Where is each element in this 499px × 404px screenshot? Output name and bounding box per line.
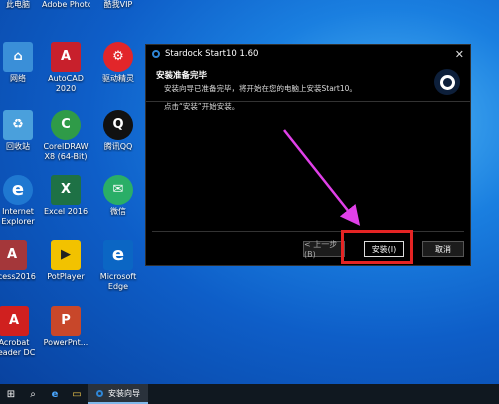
search-icon[interactable]: ⌕ (22, 384, 44, 404)
taskbar-task-installer[interactable]: 安装向导 (88, 384, 148, 404)
file-explorer-icon[interactable]: ▭ (66, 384, 88, 404)
desktop: { "desktop": { "icons": [ {"label": "此电脑… (0, 0, 499, 404)
edge-taskbar-icon[interactable]: e (44, 384, 66, 404)
task-label: 安装向导 (108, 388, 140, 398)
start10-task-icon (96, 389, 103, 397)
install-highlight-box (341, 230, 413, 264)
taskbar: ⊞ ⌕ e ▭ 安装向导 (0, 384, 499, 404)
annotation-arrow (283, 129, 361, 226)
start-button[interactable]: ⊞ (0, 384, 22, 404)
annotation-arrow-overlay (283, 129, 361, 226)
